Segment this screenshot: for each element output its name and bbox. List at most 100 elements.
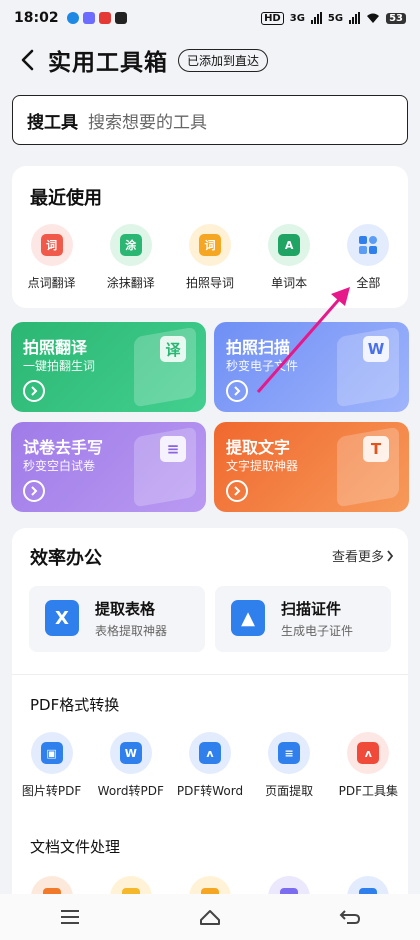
tool-label: 全部 bbox=[356, 276, 381, 290]
image-pdf-icon: ▣ bbox=[30, 732, 73, 774]
system-nav-bar bbox=[0, 894, 420, 940]
tool-image-to-pdf[interactable]: ▣ 图片转PDF bbox=[14, 732, 90, 799]
tool-all[interactable]: 全部 bbox=[330, 224, 406, 291]
search-placeholder: 搜索想要的工具 bbox=[88, 112, 207, 133]
home-icon bbox=[200, 910, 220, 925]
icon-glyph: ≡ bbox=[278, 742, 301, 764]
tool-label: 涂抹翻译 bbox=[106, 276, 155, 290]
tool-wordbook[interactable]: A 单词本 bbox=[251, 224, 327, 291]
doc-section-title: 文档文件处理 bbox=[30, 838, 121, 856]
tile-scan-id[interactable]: ▲ 扫描证件 生成电子证件 bbox=[215, 586, 391, 652]
tool-pdf-to-word[interactable]: ᴧ PDF转Word bbox=[172, 732, 248, 799]
wifi-icon bbox=[367, 13, 380, 23]
tile-extract-table[interactable]: X 提取表格 表格提取神器 bbox=[29, 586, 205, 652]
arrow-right-icon bbox=[226, 380, 248, 402]
tile-title: 提取表格 bbox=[95, 600, 156, 618]
header: 实用工具箱 已添加到直达 bbox=[0, 40, 420, 80]
page-title: 实用工具箱 bbox=[48, 50, 168, 76]
translate-icon: 译 bbox=[160, 336, 186, 362]
tool-word-to-pdf[interactable]: W Word转PDF bbox=[93, 732, 169, 799]
tool-label: PDF转Word bbox=[176, 784, 244, 798]
menu-icon bbox=[61, 910, 79, 924]
grid-shape bbox=[359, 236, 378, 254]
tool-pdf-toolkit[interactable]: ᴧ PDF工具集 bbox=[330, 732, 406, 799]
tool-label: 图片转PDF bbox=[21, 784, 82, 798]
id-card-icon: ▲ bbox=[231, 600, 265, 636]
status-bar: 18:02 HD 3G 5G 53 bbox=[0, 0, 420, 36]
added-to-shortcut-badge[interactable]: 已添加到直达 bbox=[178, 48, 269, 72]
excel-icon: X bbox=[45, 600, 79, 636]
icon-glyph: A bbox=[278, 234, 301, 256]
smear-translate-icon: 涂 bbox=[109, 224, 152, 266]
pdf-toolkit-icon: ᴧ bbox=[347, 732, 390, 774]
chevron-right-icon bbox=[387, 549, 394, 562]
back-button[interactable] bbox=[14, 47, 40, 73]
feature-title: 拍照扫描 bbox=[226, 338, 291, 357]
feature-subtitle: 秒变电子文件 bbox=[226, 359, 299, 373]
pdf-word-icon: ᴧ bbox=[188, 732, 231, 774]
chevron-left-icon bbox=[21, 49, 34, 71]
network-5g-label: 5G bbox=[327, 12, 344, 24]
wordbook-icon: A bbox=[268, 224, 311, 266]
signal-icon bbox=[349, 12, 361, 24]
arrow-right-icon bbox=[23, 380, 45, 402]
photo-word-icon: 词 bbox=[188, 224, 231, 266]
search-input[interactable]: 搜工具 搜索想要的工具 bbox=[12, 95, 408, 145]
app-notification-icon bbox=[98, 12, 111, 24]
text-extract-icon: T bbox=[363, 436, 389, 462]
pdf-tools-row: ▣ 图片转PDF W Word转PDF ᴧ PDF转Word ≡ 页面提取 ᴧ bbox=[12, 732, 408, 799]
menu-button[interactable] bbox=[55, 902, 85, 932]
signal-icon bbox=[310, 12, 322, 24]
feature-remove-handwriting[interactable]: 试卷去手写 秒变空白试卷 ≡ bbox=[11, 422, 206, 512]
feature-photo-scan[interactable]: 拍照扫描 秒变电子文件 W bbox=[214, 322, 409, 412]
tool-label: PDF工具集 bbox=[338, 784, 399, 798]
status-time: 18:02 bbox=[14, 10, 59, 26]
icon-glyph: 词 bbox=[40, 234, 63, 256]
app-notification-icon bbox=[114, 12, 127, 24]
feature-title: 提取文字 bbox=[226, 438, 291, 457]
search-label: 搜工具 bbox=[27, 112, 78, 133]
icon-glyph: 词 bbox=[198, 234, 221, 256]
feature-extract-text[interactable]: 提取文字 文字提取神器 T bbox=[214, 422, 409, 512]
tool-photo-word[interactable]: 词 拍照导词 bbox=[172, 224, 248, 291]
tool-label: 点词翻译 bbox=[27, 276, 76, 290]
recent-tools-row: 词 点词翻译 涂 涂抹翻译 词 拍照导词 A 单词本 全部 bbox=[12, 224, 408, 291]
view-more-link[interactable]: 查看更多 bbox=[332, 546, 394, 565]
pdf-section-title: PDF格式转换 bbox=[30, 696, 120, 714]
recent-section: 最近使用 词 点词翻译 涂 涂抹翻译 词 拍照导词 A 单词本 全部 bbox=[12, 166, 408, 308]
icon-glyph: ᴧ bbox=[198, 742, 221, 764]
tool-label: 拍照导词 bbox=[185, 276, 234, 290]
office-title: 效率办公 bbox=[30, 548, 102, 569]
battery-icon: 53 bbox=[386, 12, 406, 24]
back-nav-button[interactable] bbox=[335, 902, 365, 932]
tool-smear-translate[interactable]: 涂 涂抹翻译 bbox=[93, 224, 169, 291]
word-pdf-icon: W bbox=[109, 732, 152, 774]
tool-word-translate[interactable]: 词 点词翻译 bbox=[14, 224, 90, 291]
icon-glyph: ᴧ bbox=[357, 742, 380, 764]
feature-subtitle: 秒变空白试卷 bbox=[23, 459, 96, 473]
tile-subtitle: 表格提取神器 bbox=[95, 624, 168, 638]
network-3g-label: 3G bbox=[289, 12, 305, 24]
view-more-label: 查看更多 bbox=[331, 550, 384, 565]
feature-photo-translate[interactable]: 拍照翻译 一键拍翻生词 译 bbox=[11, 322, 206, 412]
tile-subtitle: 生成电子证件 bbox=[281, 624, 354, 638]
tool-label: Word转PDF bbox=[97, 784, 164, 798]
word-translate-icon: 词 bbox=[30, 224, 73, 266]
arrow-right-icon bbox=[23, 480, 45, 502]
tool-page-extract[interactable]: ≡ 页面提取 bbox=[251, 732, 327, 799]
icon-glyph: ▣ bbox=[40, 742, 63, 764]
feature-title: 试卷去手写 bbox=[23, 438, 104, 457]
tool-label: 单词本 bbox=[271, 276, 308, 290]
icon-glyph: 涂 bbox=[119, 234, 142, 256]
feature-title: 拍照翻译 bbox=[23, 338, 88, 357]
return-icon bbox=[339, 910, 361, 924]
home-button[interactable] bbox=[195, 902, 225, 932]
app-notification-icon bbox=[66, 12, 79, 24]
tile-title: 扫描证件 bbox=[281, 600, 342, 618]
hd-icon: HD bbox=[261, 11, 284, 25]
icon-glyph: W bbox=[119, 742, 142, 764]
tool-label: 页面提取 bbox=[265, 784, 314, 798]
divider bbox=[12, 674, 408, 675]
arrow-right-icon bbox=[226, 480, 248, 502]
page-extract-icon: ≡ bbox=[268, 732, 311, 774]
